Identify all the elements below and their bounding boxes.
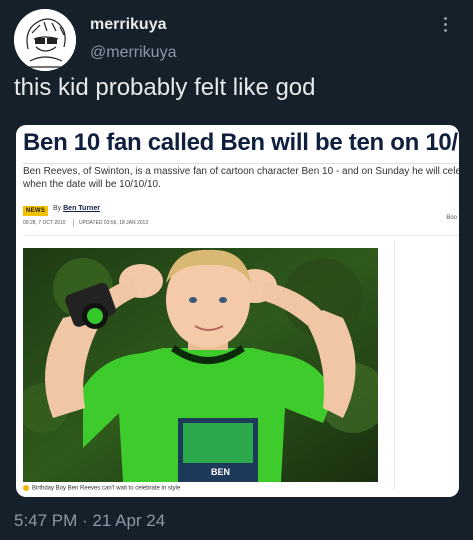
boy-photo-illustration: BEN	[23, 248, 378, 482]
avatar-drawing-icon	[14, 9, 76, 71]
camera-icon	[23, 485, 29, 491]
byline-text: By Ben Turner	[53, 205, 100, 212]
shirt-print-text: BEN	[211, 467, 230, 477]
news-badge: NEWS	[23, 206, 49, 216]
divider	[23, 163, 459, 164]
user-handle[interactable]: @merrikuya	[90, 44, 176, 62]
attached-image[interactable]: Ben 10 fan called Ben will be ten on 10/…	[16, 125, 459, 497]
divider	[73, 219, 74, 227]
more-options-icon[interactable]	[435, 14, 455, 36]
published-date: 09:28, 7 OCT 2010	[23, 220, 66, 226]
divider	[394, 240, 395, 490]
sidebar-text: Boo	[446, 215, 457, 221]
caption-text: Birthday Boy Ben Reeves can't wait to ce…	[32, 485, 181, 492]
tweet-text: this kid probably felt like god	[14, 74, 316, 101]
byline: NEWS By Ben Turner 09:28, 7 OCT 2010 UPD…	[23, 203, 453, 233]
byline-prefix: By	[53, 205, 62, 212]
updated-date: UPDATED 03:56, 18 JAN 2013	[79, 220, 149, 226]
divider	[23, 235, 459, 236]
display-name[interactable]: merrikuya	[90, 16, 167, 34]
author-link: Ben Turner	[63, 205, 100, 212]
photo-caption: Birthday Boy Ben Reeves can't wait to ce…	[23, 485, 180, 492]
article-photo: BEN	[23, 248, 378, 482]
article-headline: Ben 10 fan called Ben will be ten on 10/…	[23, 129, 459, 156]
avatar[interactable]	[14, 9, 76, 71]
tweet-timestamp[interactable]: 5:47 PM · 21 Apr 24	[14, 511, 165, 531]
article-standfirst: Ben Reeves, of Swinton, is a massive fan…	[23, 166, 459, 190]
